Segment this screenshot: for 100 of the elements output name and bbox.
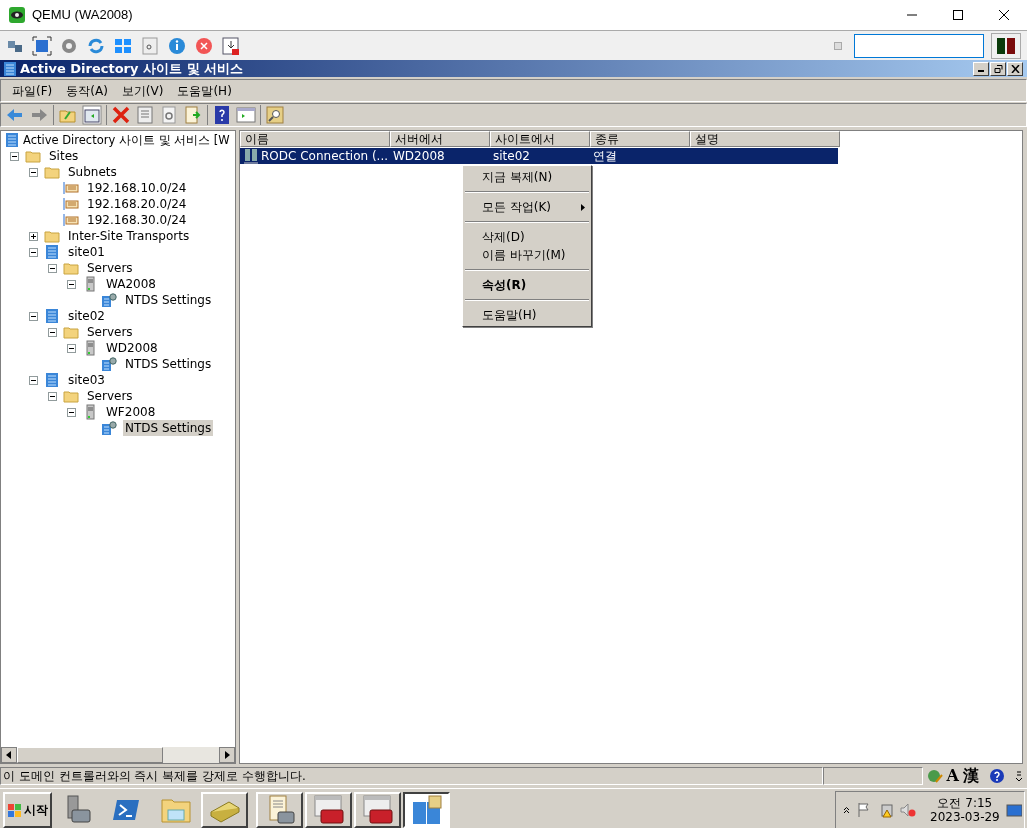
chevron-up-icon[interactable]: [843, 805, 850, 814]
collapse-toggle[interactable]: [10, 151, 19, 161]
start-button[interactable]: 시작: [3, 791, 52, 828]
menu-item[interactable]: 도움말(H): [463, 306, 591, 324]
tree-item[interactable]: WF2008: [104, 404, 158, 420]
scroll-right-button[interactable]: [219, 747, 235, 763]
table-cell: 연결: [593, 148, 617, 164]
menu-item[interactable]: 모든 작업(K): [463, 198, 591, 216]
scroll-thumb[interactable]: [17, 747, 163, 763]
speaker-muted-icon[interactable]: [900, 801, 916, 818]
right-arrow-icon: [224, 751, 230, 759]
tree-item[interactable]: Servers: [85, 260, 135, 276]
close-icon: [1010, 64, 1020, 73]
tree-item[interactable]: Subnets: [66, 164, 119, 180]
close-icon: [999, 10, 1009, 20]
tree-item[interactable]: NTDS Settings: [123, 356, 214, 372]
find-icon[interactable]: [265, 105, 285, 125]
fullscreen-icon[interactable]: [32, 35, 52, 56]
menu-item[interactable]: 속성(R): [463, 276, 591, 294]
expand-toggle[interactable]: [29, 231, 38, 241]
horizontal-scrollbar[interactable]: [1, 747, 235, 763]
taskbar-button[interactable]: [403, 791, 450, 828]
folder-icon: [63, 260, 79, 276]
input-field[interactable]: [854, 33, 984, 58]
tree-item[interactable]: Inter-Site Transports: [66, 228, 192, 244]
column-header[interactable]: 설명: [690, 131, 840, 147]
collapse-toggle[interactable]: [67, 279, 76, 289]
checkbox[interactable]: [834, 41, 842, 50]
tree-item[interactable]: site01: [66, 244, 107, 260]
window-title: Active Directory 사이트 및 서비스: [20, 59, 244, 78]
export-list-icon[interactable]: [183, 105, 203, 125]
sites-icon: [410, 793, 443, 826]
close-button[interactable]: [1007, 61, 1023, 76]
collapse-toggle[interactable]: [67, 407, 76, 417]
ime-mode[interactable]: 漢: [963, 766, 979, 786]
window-toolbox-icon: [361, 793, 394, 826]
collapse-toggle[interactable]: [29, 375, 38, 385]
menu-item[interactable]: 보기(V): [114, 81, 171, 100]
show-tree-icon[interactable]: [82, 105, 102, 125]
collapse-toggle[interactable]: [48, 327, 57, 337]
menu-item[interactable]: 도움말(H): [170, 81, 239, 100]
table-row[interactable]: RODC Connection (... WD2008 site02 연결: [240, 148, 838, 164]
plus-icon: [30, 232, 37, 240]
tree-item[interactable]: 192.168.20.0/24: [85, 196, 189, 212]
tree-item[interactable]: 192.168.10.0/24: [85, 180, 189, 196]
color-button[interactable]: [991, 32, 1021, 59]
menu-item[interactable]: 동작(A): [59, 81, 115, 100]
info-icon[interactable]: [167, 35, 187, 56]
minimize-button[interactable]: [973, 61, 989, 76]
maximize-icon: [953, 10, 963, 20]
submenu-arrow-icon: [581, 203, 585, 211]
tree-item[interactable]: WA2008: [104, 276, 158, 292]
collapse-toggle[interactable]: [67, 343, 76, 353]
network-warning-icon[interactable]: [878, 801, 894, 818]
collapse-toggle[interactable]: [48, 263, 57, 273]
menu-item[interactable]: 삭제(D): [463, 228, 591, 246]
scroll-left-button[interactable]: [1, 747, 17, 763]
menu-item[interactable]: 지금 복제(N): [463, 168, 591, 186]
help-icon[interactable]: [989, 768, 1005, 784]
tree-item[interactable]: Servers: [85, 388, 135, 404]
column-header[interactable]: 이름: [240, 131, 390, 147]
table-cell: site02: [493, 148, 530, 164]
connection-icon: [243, 148, 259, 164]
menu-item[interactable]: 파일(F): [5, 81, 60, 100]
column-header[interactable]: 종류: [590, 131, 690, 147]
clock-time[interactable]: 오전 7:15: [937, 795, 993, 810]
subnet-icon: [63, 180, 79, 196]
settings-building-icon: [101, 292, 117, 308]
column-header[interactable]: 서버에서: [390, 131, 490, 147]
tree-item[interactable]: Servers: [85, 324, 135, 340]
collapse-toggle[interactable]: [48, 391, 57, 401]
collapse-toggle[interactable]: [29, 167, 38, 177]
options-icon[interactable]: [1015, 768, 1023, 784]
tree-item[interactable]: site02: [66, 308, 107, 324]
collapse-toggle[interactable]: [29, 311, 38, 321]
building-icon: [2, 60, 18, 77]
delete-icon[interactable]: [111, 105, 131, 125]
clock-date[interactable]: 2023-03-29: [930, 809, 1000, 824]
tree-item[interactable]: NTDS Settings: [123, 292, 214, 308]
minimize-icon: [978, 70, 984, 72]
tree-item[interactable]: WD2008: [104, 340, 160, 356]
tree-item[interactable]: Sites: [47, 148, 81, 164]
windows-logo-icon: [7, 801, 23, 818]
column-header[interactable]: 사이트에서: [490, 131, 590, 147]
close-icon[interactable]: [194, 35, 214, 56]
tree-item[interactable]: Active Directory 사이트 및 서비스 [W: [23, 132, 230, 148]
flag-icon[interactable]: [856, 801, 872, 818]
tree-item[interactable]: NTDS Settings: [123, 420, 214, 436]
show-desktop-icon[interactable]: [1005, 801, 1022, 818]
left-arrow-icon: [6, 751, 12, 759]
restore-button[interactable]: [990, 61, 1006, 76]
collapse-toggle[interactable]: [29, 247, 38, 257]
menu-item[interactable]: 이름 바꾸기(M): [463, 246, 591, 264]
ime-mode[interactable]: A: [946, 766, 959, 786]
help-icon[interactable]: [212, 105, 232, 125]
tree-item[interactable]: 192.168.30.0/24: [85, 212, 189, 228]
window-title: QEMU (WA2008): [32, 6, 133, 25]
download-window-icon[interactable]: [221, 35, 241, 56]
tree-item[interactable]: site03: [66, 372, 107, 388]
folder-icon: [63, 388, 79, 404]
